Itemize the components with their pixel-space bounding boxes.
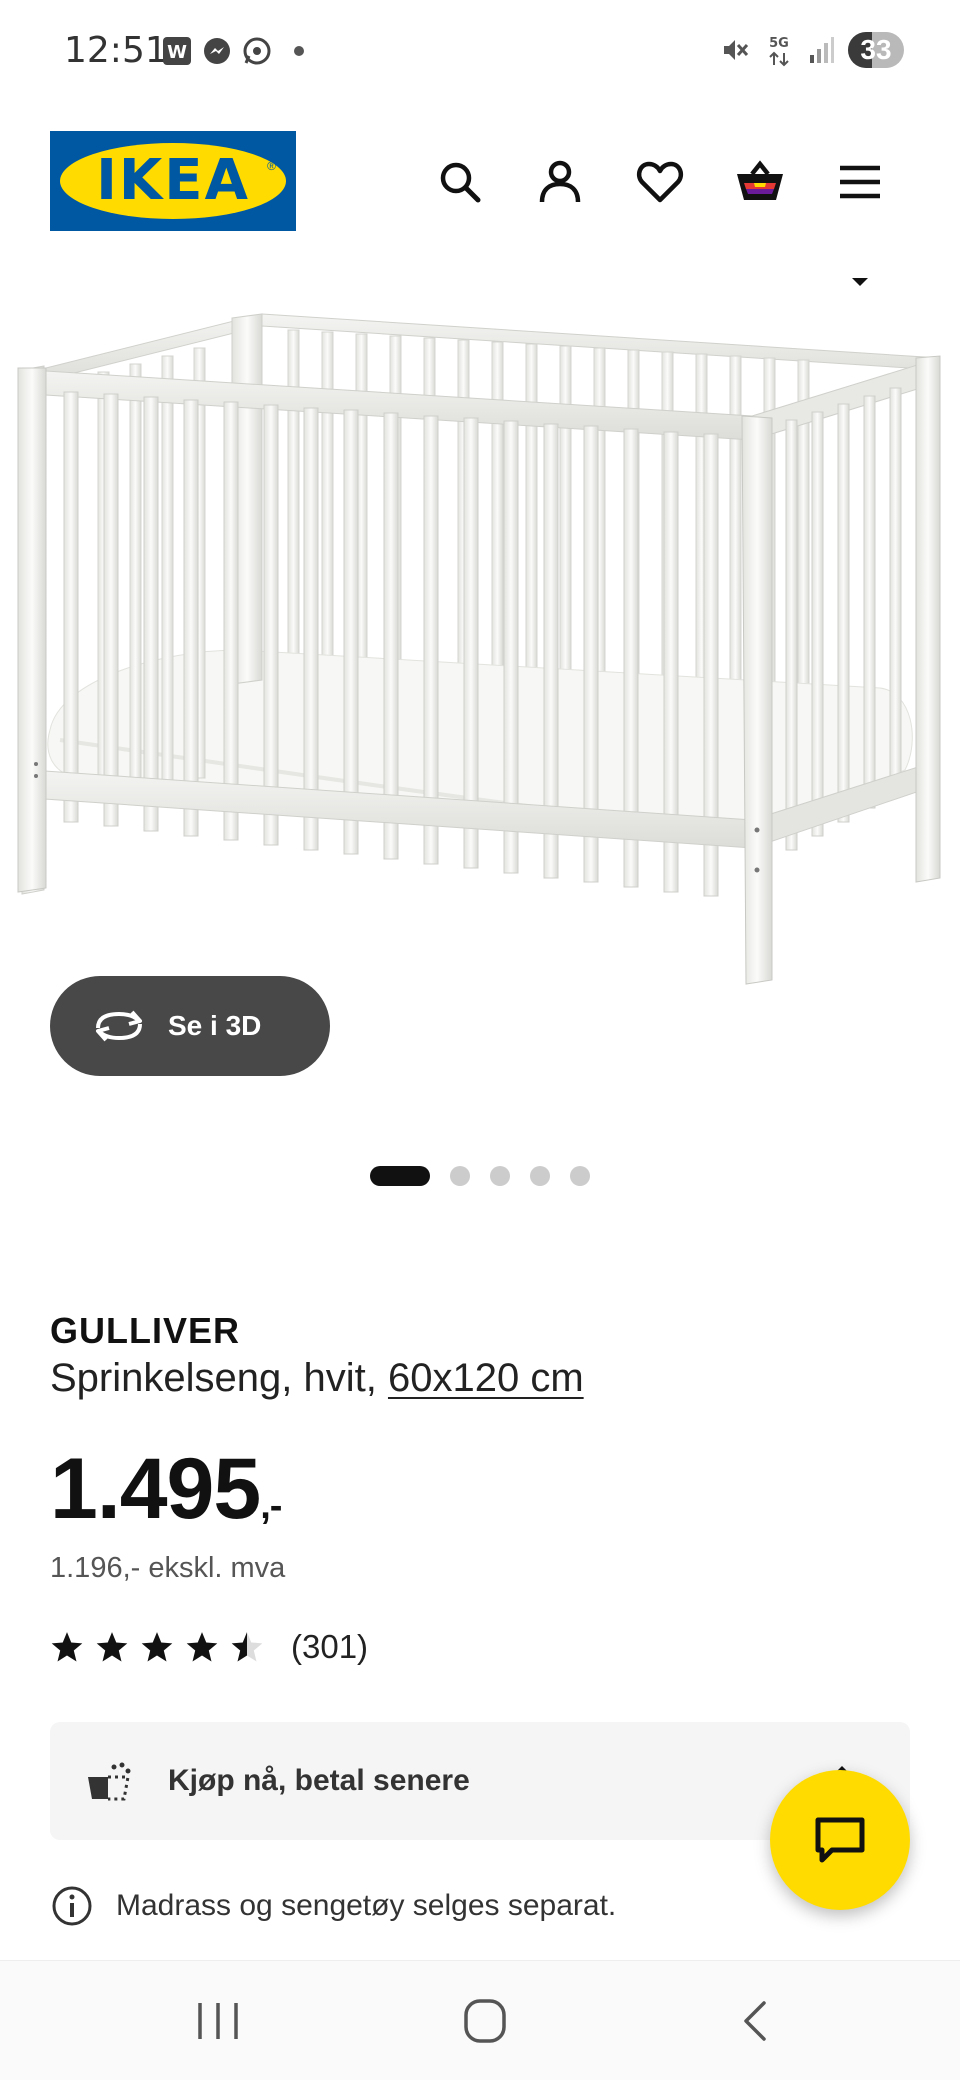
messenger-icon xyxy=(202,36,232,66)
status-bar: 12:51 W 5G 33 xyxy=(0,0,960,104)
price-amount: 1.495 xyxy=(50,1441,261,1537)
carousel-dot-5[interactable] xyxy=(570,1166,590,1186)
system-icons: 5G 33 xyxy=(720,32,904,68)
svg-text:W: W xyxy=(167,42,187,63)
separate-sale-text: Madrass og sengetøy selges separat. xyxy=(116,1889,617,1922)
chat-button[interactable] xyxy=(770,1770,910,1910)
word-icon: W xyxy=(162,36,192,66)
chat-bubble-icon xyxy=(815,1817,865,1863)
notification-icons: W xyxy=(162,36,304,66)
product-name: GULLIVER xyxy=(50,1310,241,1351)
back-icon[interactable] xyxy=(728,1995,784,2047)
star-full-icon xyxy=(51,1632,83,1662)
product-rating[interactable]: (301) xyxy=(50,1628,368,1666)
product-type-text: Sprinkelseng, hvit, xyxy=(50,1356,377,1400)
whatsapp-icon xyxy=(242,36,272,66)
search-icon[interactable] xyxy=(434,156,486,208)
buy-now-pay-later-label: Kjøp nå, betal senere xyxy=(168,1764,470,1797)
star-full-icon xyxy=(186,1632,218,1662)
battery-indicator: 33 xyxy=(848,32,904,68)
menu-icon[interactable] xyxy=(834,156,886,208)
chevron-down-icon xyxy=(852,278,868,286)
more-notifications-dot xyxy=(294,46,304,56)
account-icon[interactable] xyxy=(534,156,586,208)
star-half-icon xyxy=(231,1632,263,1662)
5g-icon: 5G xyxy=(769,36,789,67)
price-suffix: ,- xyxy=(260,1485,282,1527)
system-navigation-bar xyxy=(0,1960,960,2080)
see-in-3d-button[interactable]: Se i 3D xyxy=(50,976,330,1076)
cart-icon[interactable] xyxy=(734,156,786,208)
product-size-link[interactable]: 60x120 cm xyxy=(388,1356,584,1400)
mute-icon xyxy=(724,40,749,60)
see-in-3d-label: Se i 3D xyxy=(168,1010,262,1041)
price-ex-vat: 1.196,- ekskl. mva xyxy=(50,1552,286,1584)
piggy-bank-icon xyxy=(88,1762,131,1801)
signal-icon xyxy=(810,37,834,63)
star-full-icon xyxy=(96,1632,128,1662)
rating-count: (301) xyxy=(291,1628,369,1665)
status-time: 12:51 xyxy=(64,30,168,71)
site-header: IKEA ® xyxy=(0,104,960,274)
recent-apps-icon[interactable] xyxy=(190,1995,246,2047)
svg-text:5G: 5G xyxy=(769,36,789,51)
product-description: Sprinkelseng, hvit, 60x120 cm xyxy=(50,1356,584,1401)
info-icon xyxy=(52,1886,92,1926)
separate-sale-note: Madrass og sengetøy selges separat. xyxy=(50,1884,616,1928)
product-price: 1.495,- xyxy=(50,1440,282,1539)
carousel-dot-2[interactable] xyxy=(450,1166,470,1186)
star-full-icon xyxy=(141,1632,173,1662)
image-carousel-dots xyxy=(370,1166,590,1186)
home-icon[interactable] xyxy=(456,1995,512,2047)
heart-icon[interactable] xyxy=(634,156,686,208)
carousel-dot-1[interactable] xyxy=(370,1166,430,1186)
carousel-dot-4[interactable] xyxy=(530,1166,550,1186)
rotate-3d-icon xyxy=(96,1010,142,1042)
carousel-dot-3[interactable] xyxy=(490,1166,510,1186)
product-image[interactable] xyxy=(0,300,960,1000)
